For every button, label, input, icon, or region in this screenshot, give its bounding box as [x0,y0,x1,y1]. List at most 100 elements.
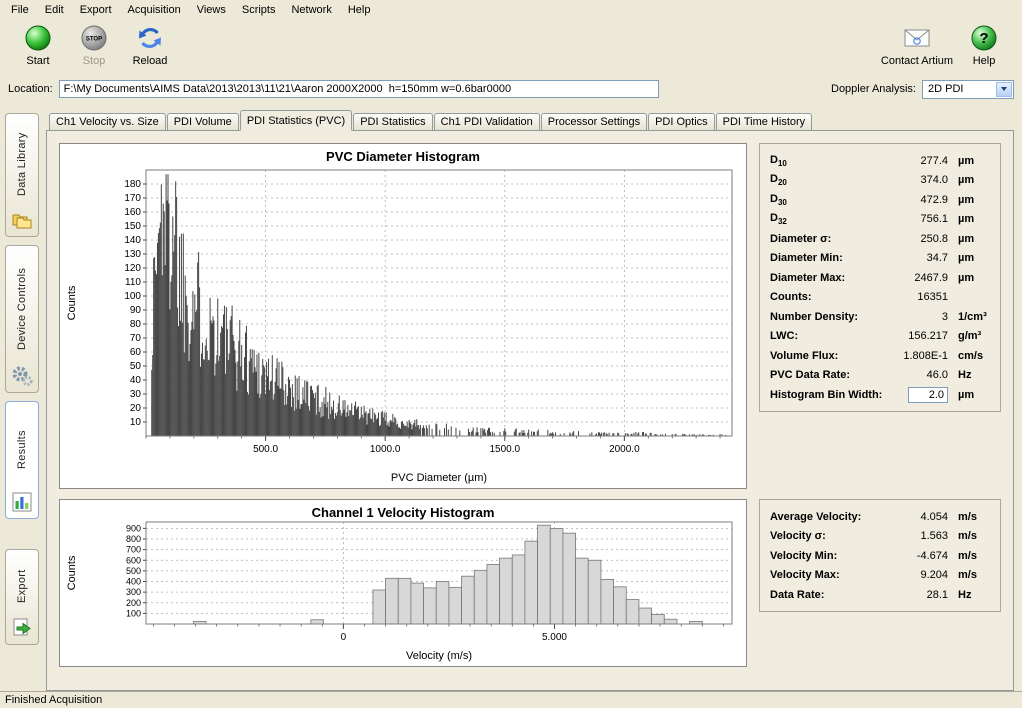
stat-value: 16351 [886,291,948,303]
location-label: Location: [8,83,53,95]
help-label: Help [973,55,996,67]
stat-value: 156.217 [886,330,948,342]
start-label: Start [26,55,49,67]
stat-label: Data Rate: [770,589,886,601]
stat-unit: cm/s [948,350,992,362]
y-axis-label: Counts [66,555,78,590]
y-tick-label: 300 [126,587,141,597]
help-button[interactable]: ? Help [956,23,1012,67]
svg-text:?: ? [979,30,988,47]
status-bar: Finished Acquisition [0,691,1022,708]
folders-icon [11,207,33,231]
x-tick-label: 1500.0 [489,444,520,455]
menu-file[interactable]: File [3,2,37,18]
sidebar-item-results[interactable]: Results [5,401,39,519]
stop-button[interactable]: STOP Stop [66,23,122,67]
tab-pdi-optics[interactable]: PDI Optics [648,113,715,130]
stat-value: 46.0 [886,369,948,381]
contact-artium-label: Contact Artium [881,55,953,67]
menu-network[interactable]: Network [283,2,339,18]
histogram-bin-width-input[interactable] [908,387,948,403]
x-tick-label: 1000.0 [370,444,401,455]
doppler-analysis-label: Doppler Analysis: [831,83,916,95]
reload-button[interactable]: Reload [122,23,178,67]
y-tick-label: 140 [124,235,141,246]
velocity-histogram-panel: Channel 1 Velocity Histogram100200300400… [59,499,747,667]
stat-label: Histogram Bin Width: [770,389,886,401]
sidebar-item-export[interactable]: Export [5,549,39,645]
stat-value: 277.4 [886,155,948,167]
menu-scripts[interactable]: Scripts [234,2,284,18]
menu-acquisition[interactable]: Acquisition [120,2,189,18]
stat-unit: µm [948,155,992,167]
sidebar-item-label: Device Controls [16,254,28,363]
stat-value: 374.0 [886,174,948,186]
stat-label: PVC Data Rate: [770,369,886,381]
stat-unit: Hz [948,589,992,601]
pvc-stat-row-3: D32756.1µm [770,210,992,230]
stat-label: Average Velocity: [770,511,886,523]
sidebar-item-device-controls[interactable]: Device Controls [5,245,39,393]
sidebar-item-data-library[interactable]: Data Library [5,113,39,237]
contact-artium-button[interactable]: Contact Artium [878,23,956,67]
menu-help[interactable]: Help [340,2,379,18]
pvc-stat-row-9: LWC:156.217g/m³ [770,327,992,347]
stat-label: LWC: [770,330,886,342]
tab-ch1-velocity-vs-size[interactable]: Ch1 Velocity vs. Size [49,113,166,130]
stat-unit: g/m³ [948,330,992,342]
gear-icon [11,363,33,387]
stat-value [886,387,948,403]
pvc-stat-row-7: Counts:16351 [770,288,992,308]
pvc-stat-row-11: PVC Data Rate:46.0Hz [770,366,992,386]
menu-edit[interactable]: Edit [37,2,72,18]
help-icon: ? [969,23,999,53]
stat-label: Diameter σ: [770,233,886,245]
pvc-diameter-histogram-chart: PVC Diameter Histogram102030405060708090… [60,144,746,488]
velocity-statistics-panel: Average Velocity:4.054m/sVelocity σ:1.56… [759,499,1001,612]
tab-ch1-pdi-validation[interactable]: Ch1 PDI Validation [434,113,540,130]
tab-pdi-statistics[interactable]: PDI Statistics [353,113,432,130]
reload-icon [135,23,165,53]
y-tick-label: 170 [124,193,141,204]
export-icon [11,615,33,639]
chevron-down-icon[interactable] [996,82,1012,97]
doppler-analysis-select[interactable]: 2D PDI [922,80,1014,99]
start-button[interactable]: Start [10,23,66,67]
y-tick-label: 130 [124,249,141,260]
y-tick-label: 150 [124,221,141,232]
chart-title: Channel 1 Velocity Histogram [312,505,495,520]
stat-unit: m/s [948,569,992,581]
stat-label: Volume Flux: [770,350,886,362]
stat-unit: m/s [948,550,992,562]
tab-pdi-volume[interactable]: PDI Volume [167,113,239,130]
y-tick-label: 30 [130,389,142,400]
velocity-stat-row-4: Data Rate:28.1Hz [770,585,992,605]
stat-unit: µm [948,194,992,206]
velocity-stat-row-3: Velocity Max:9.204m/s [770,566,992,586]
svg-text:STOP: STOP [86,37,102,43]
stat-value: 2467.9 [886,272,948,284]
stat-unit: µm [948,252,992,264]
pvc-stat-row-5: Diameter Min:34.7µm [770,249,992,269]
tab-processor-settings[interactable]: Processor Settings [541,113,647,130]
x-tick-label: 0 [341,632,347,643]
x-tick-label: 500.0 [253,444,278,455]
y-tick-label: 50 [130,361,142,372]
menu-export[interactable]: Export [72,2,120,18]
pvc-statistics-panel: D10277.4µmD20374.0µmD30472.9µmD32756.1µm… [759,143,1001,412]
y-tick-label: 100 [126,608,141,618]
doppler-analysis-value: 2D PDI [928,83,963,95]
stat-label: Number Density: [770,311,886,323]
tab-page: PVC Diameter Histogram102030405060708090… [46,130,1014,691]
velocity-stat-row-2: Velocity Min:-4.674m/s [770,546,992,566]
tab-pdi-time-history[interactable]: PDI Time History [716,113,813,130]
pvc-stat-row-2: D30472.9µm [770,190,992,210]
chart-icon [11,489,33,513]
stat-unit: µm [948,389,992,401]
stat-value: 250.8 [886,233,948,245]
location-input[interactable] [59,80,659,98]
menu-views[interactable]: Views [189,2,234,18]
y-tick-label: 400 [126,577,141,587]
x-tick-label: 2000.0 [609,444,640,455]
tab-pdi-statistics-pvc[interactable]: PDI Statistics (PVC) [240,110,352,131]
